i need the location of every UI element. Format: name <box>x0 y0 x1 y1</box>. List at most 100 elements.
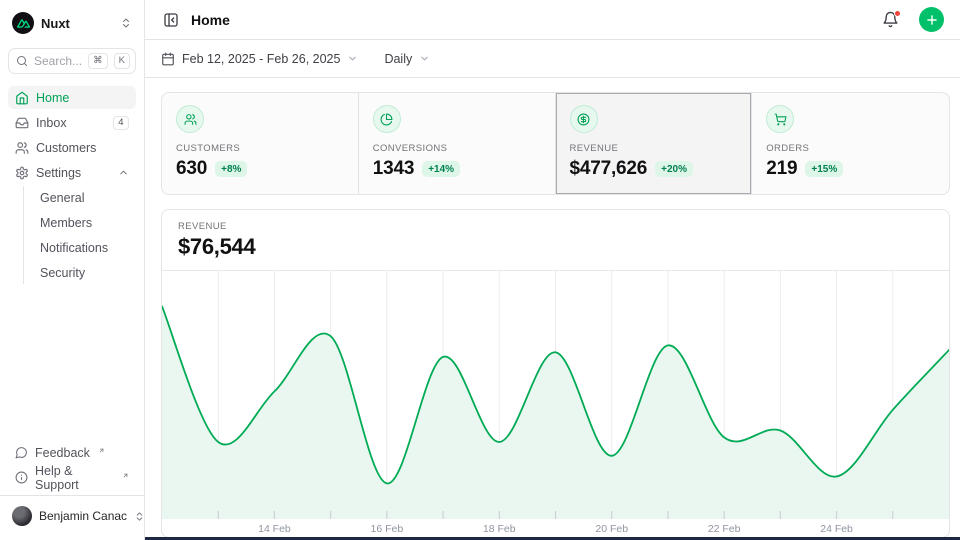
stat-value: 630 <box>176 158 207 180</box>
sidebar-item-settings[interactable]: Settings <box>8 161 136 184</box>
feedback-link[interactable]: Feedback <box>8 441 136 464</box>
sidebar-footer: Feedback Help & Support Benjamin Canac <box>8 441 136 534</box>
sidebar-spacer <box>8 284 136 441</box>
app-window: Nuxt Search... ⌘ K Home Inbox 4 Customer… <box>0 0 960 540</box>
sidebar-item-general[interactable]: General <box>36 186 136 209</box>
chart-pie-icon <box>373 105 401 133</box>
divider <box>0 495 144 496</box>
filters-toolbar: Feb 12, 2025 - Feb 26, 2025 Daily <box>145 40 960 78</box>
x-axis-label: 18 Feb <box>483 524 516 535</box>
chevron-up-icon <box>118 167 129 178</box>
date-range-picker[interactable]: Feb 12, 2025 - Feb 26, 2025 <box>161 52 358 66</box>
dashboard-content: CUSTOMERS 630 +8% CONVERSIONS 1343 +14% <box>145 78 960 540</box>
page-header: Home <box>145 0 960 40</box>
notifications-button[interactable] <box>880 9 901 30</box>
sidebar-item-label: Inbox <box>36 116 106 130</box>
info-circle-icon <box>15 471 28 484</box>
feedback-label: Feedback <box>35 446 90 460</box>
x-axis-label: 20 Feb <box>595 524 628 535</box>
nuxt-logo-icon <box>12 12 34 34</box>
calendar-icon <box>161 52 175 66</box>
chat-bubble-icon <box>15 446 28 459</box>
add-button[interactable] <box>919 7 944 32</box>
stat-card-orders[interactable]: ORDERS 219 +15% <box>752 93 949 194</box>
sidebar-subitem-label: General <box>40 191 84 205</box>
stat-card-revenue[interactable]: REVENUE $477,626 +20% <box>556 93 753 194</box>
sidebar-item-customers[interactable]: Customers <box>8 136 136 159</box>
sidebar: Nuxt Search... ⌘ K Home Inbox 4 Customer… <box>0 0 145 540</box>
stat-delta-badge: +8% <box>215 161 247 177</box>
sidebar-nav: Home Inbox 4 Customers Settings General … <box>8 86 136 284</box>
kbd-meta: ⌘ <box>88 53 108 68</box>
chevrons-up-down-icon <box>120 17 132 29</box>
stat-label: REVENUE <box>570 143 738 154</box>
help-support-label: Help & Support <box>35 464 114 492</box>
plus-icon <box>925 13 939 27</box>
stat-delta-badge: +15% <box>805 161 843 177</box>
sidebar-item-label: Customers <box>36 141 129 155</box>
user-menu[interactable]: Benjamin Canac <box>8 504 136 528</box>
chart-metric-value: $76,544 <box>178 234 933 260</box>
sidebar-item-label: Settings <box>36 166 111 180</box>
external-link-icon <box>122 468 129 482</box>
page-title: Home <box>191 12 870 28</box>
sidebar-item-label: Home <box>36 91 129 105</box>
cart-icon <box>766 105 794 133</box>
stat-delta-badge: +20% <box>655 161 693 177</box>
main-panel: Home Feb 12, 2025 - Feb 26, 2025 Daily <box>145 0 960 540</box>
stat-label: CUSTOMERS <box>176 143 344 154</box>
panel-collapse-icon <box>163 12 179 28</box>
x-axis-label: 16 Feb <box>371 524 404 535</box>
gear-icon <box>15 166 29 180</box>
sidebar-item-notifications[interactable]: Notifications <box>36 236 136 259</box>
x-axis-label: 24 Feb <box>820 524 853 535</box>
dollar-icon <box>570 105 598 133</box>
stat-value: $477,626 <box>570 158 648 180</box>
users-icon <box>176 105 204 133</box>
search-icon <box>16 55 28 67</box>
workspace-name: Nuxt <box>41 16 113 31</box>
search-input[interactable]: Search... ⌘ K <box>8 48 136 74</box>
user-name: Benjamin Canac <box>39 509 127 523</box>
sidebar-item-inbox[interactable]: Inbox 4 <box>8 111 136 134</box>
stat-card-customers[interactable]: CUSTOMERS 630 +8% <box>162 93 359 194</box>
stat-value: 1343 <box>373 158 414 180</box>
stats-grid: CUSTOMERS 630 +8% CONVERSIONS 1343 +14% <box>161 92 950 195</box>
x-axis-label: 14 Feb <box>258 524 291 535</box>
kbd-k: K <box>114 53 130 68</box>
chevrons-up-down-icon <box>134 511 145 522</box>
sidebar-item-members[interactable]: Members <box>36 211 136 234</box>
sidebar-subitem-label: Members <box>40 216 92 230</box>
stat-delta-badge: +14% <box>422 161 460 177</box>
revenue-chart-card: REVENUE $76,544 14 Feb 16 Feb 18 Feb 20 Feb… <box>161 209 950 538</box>
stat-label: CONVERSIONS <box>373 143 541 154</box>
sidebar-item-home[interactable]: Home <box>8 86 136 109</box>
chevron-down-icon <box>347 53 358 64</box>
chart-header: REVENUE $76,544 <box>162 210 949 271</box>
workspace-switcher[interactable]: Nuxt <box>8 8 136 38</box>
chevron-down-icon <box>419 53 430 64</box>
x-axis-label: 22 Feb <box>708 524 741 535</box>
external-link-icon <box>98 443 105 457</box>
stat-label: ORDERS <box>766 143 935 154</box>
notification-dot <box>894 10 901 17</box>
help-support-link[interactable]: Help & Support <box>8 466 136 489</box>
home-icon <box>15 91 29 105</box>
sidebar-subitem-label: Security <box>40 266 85 280</box>
chart-plot-area[interactable]: 14 Feb 16 Feb 18 Feb 20 Feb 22 Feb 24 Feb <box>162 271 949 537</box>
date-range-value: Feb 12, 2025 - Feb 26, 2025 <box>182 52 340 66</box>
sidebar-subitem-label: Notifications <box>40 241 108 255</box>
period-select[interactable]: Daily <box>384 52 430 66</box>
chart-metric-label: REVENUE <box>178 221 933 232</box>
inbox-count-badge: 4 <box>113 116 129 130</box>
users-icon <box>15 141 29 155</box>
stat-card-conversions[interactable]: CONVERSIONS 1343 +14% <box>359 93 556 194</box>
sidebar-item-security[interactable]: Security <box>36 261 136 284</box>
period-value: Daily <box>384 52 412 66</box>
avatar <box>12 506 32 526</box>
stat-value: 219 <box>766 158 797 180</box>
inbox-icon <box>15 116 29 130</box>
collapse-sidebar-button[interactable] <box>161 10 181 30</box>
search-placeholder: Search... <box>34 54 82 68</box>
settings-subnav: General Members Notifications Security <box>23 186 136 284</box>
